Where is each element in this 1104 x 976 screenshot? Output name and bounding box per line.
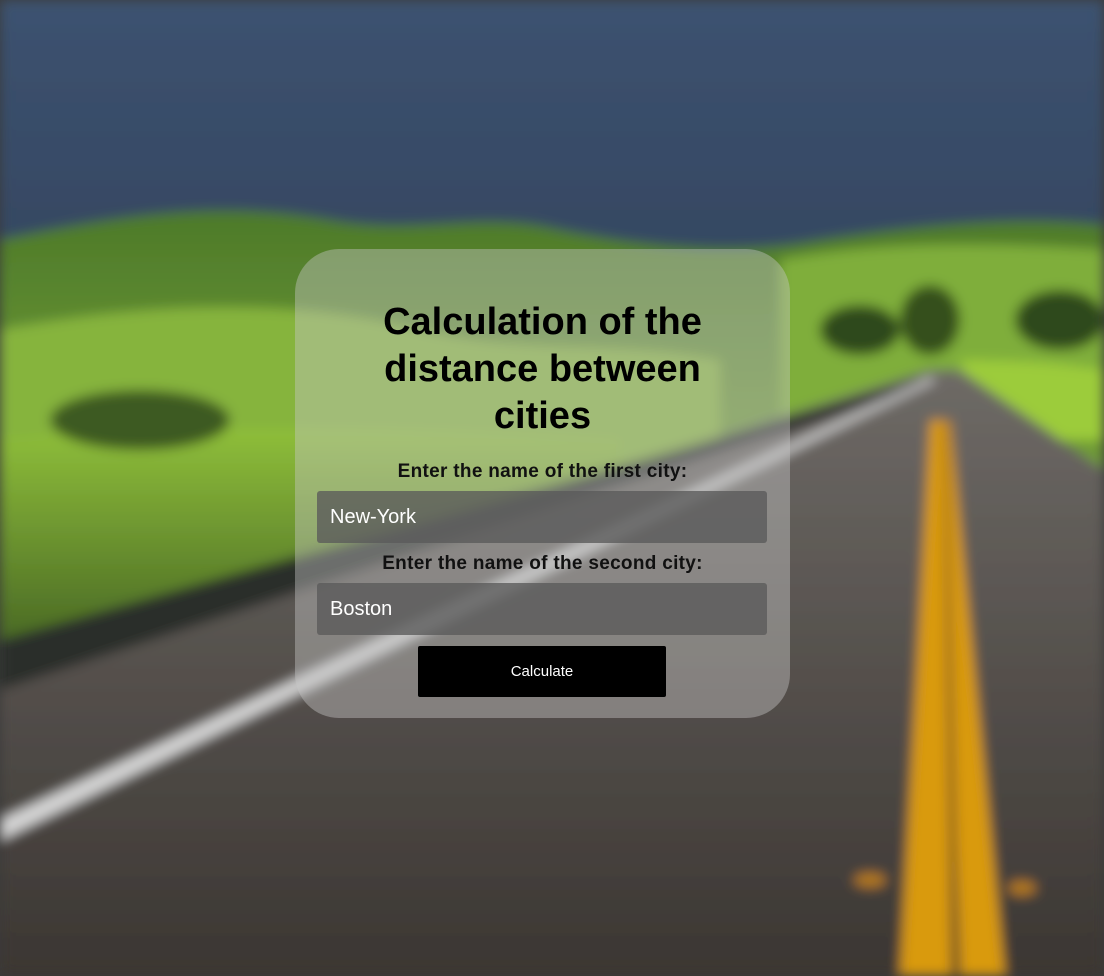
- second-city-label: Enter the name of the second city:: [382, 553, 703, 574]
- page-title: Calculation of the distance between citi…: [295, 299, 790, 440]
- title-line-2: distance between: [384, 348, 701, 390]
- first-city-label: Enter the name of the first city:: [397, 461, 688, 482]
- second-city-input[interactable]: [317, 583, 767, 635]
- first-city-input[interactable]: [317, 491, 767, 543]
- title-line-3: cities: [493, 395, 592, 437]
- title-line-1: Calculation of the: [383, 301, 702, 343]
- distance-form-card: Calculation of the distance between citi…: [295, 249, 790, 718]
- page-background: Calculation of the distance between citi…: [0, 0, 1104, 976]
- calculate-button[interactable]: Calculate: [418, 646, 666, 697]
